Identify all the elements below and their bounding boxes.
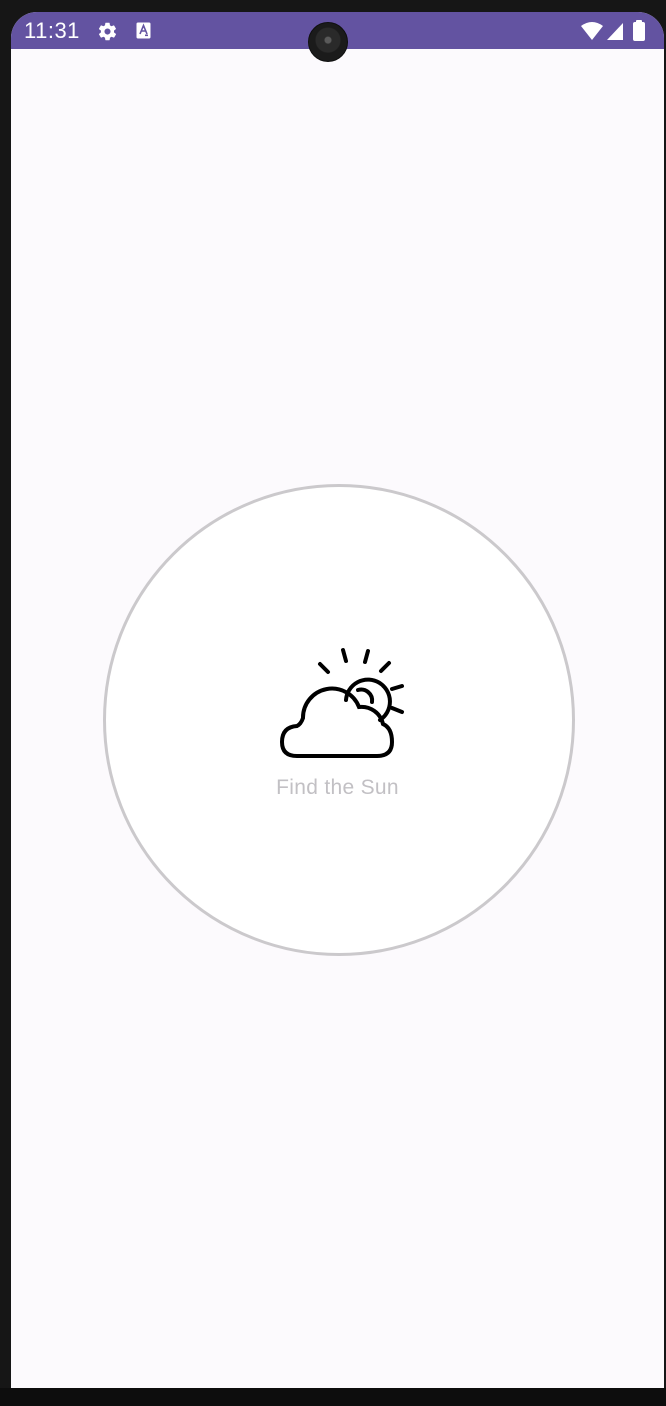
bottom-bezel — [0, 1388, 666, 1406]
status-right-icons — [581, 20, 645, 41]
signal-icon — [607, 23, 623, 40]
front-camera — [308, 22, 348, 62]
find-sun-label: Find the Sun — [276, 776, 399, 799]
battery-icon — [633, 20, 645, 41]
app-screen: 11:31 Find the Sun — [11, 12, 664, 1388]
status-time: 11:31 — [24, 18, 80, 43]
device-frame: 11:31 Find the Sun — [0, 0, 666, 1406]
text-a-icon — [136, 22, 151, 39]
partly-cloudy-icon — [279, 648, 404, 758]
gear-icon — [98, 22, 117, 41]
wifi-icon — [581, 22, 603, 40]
